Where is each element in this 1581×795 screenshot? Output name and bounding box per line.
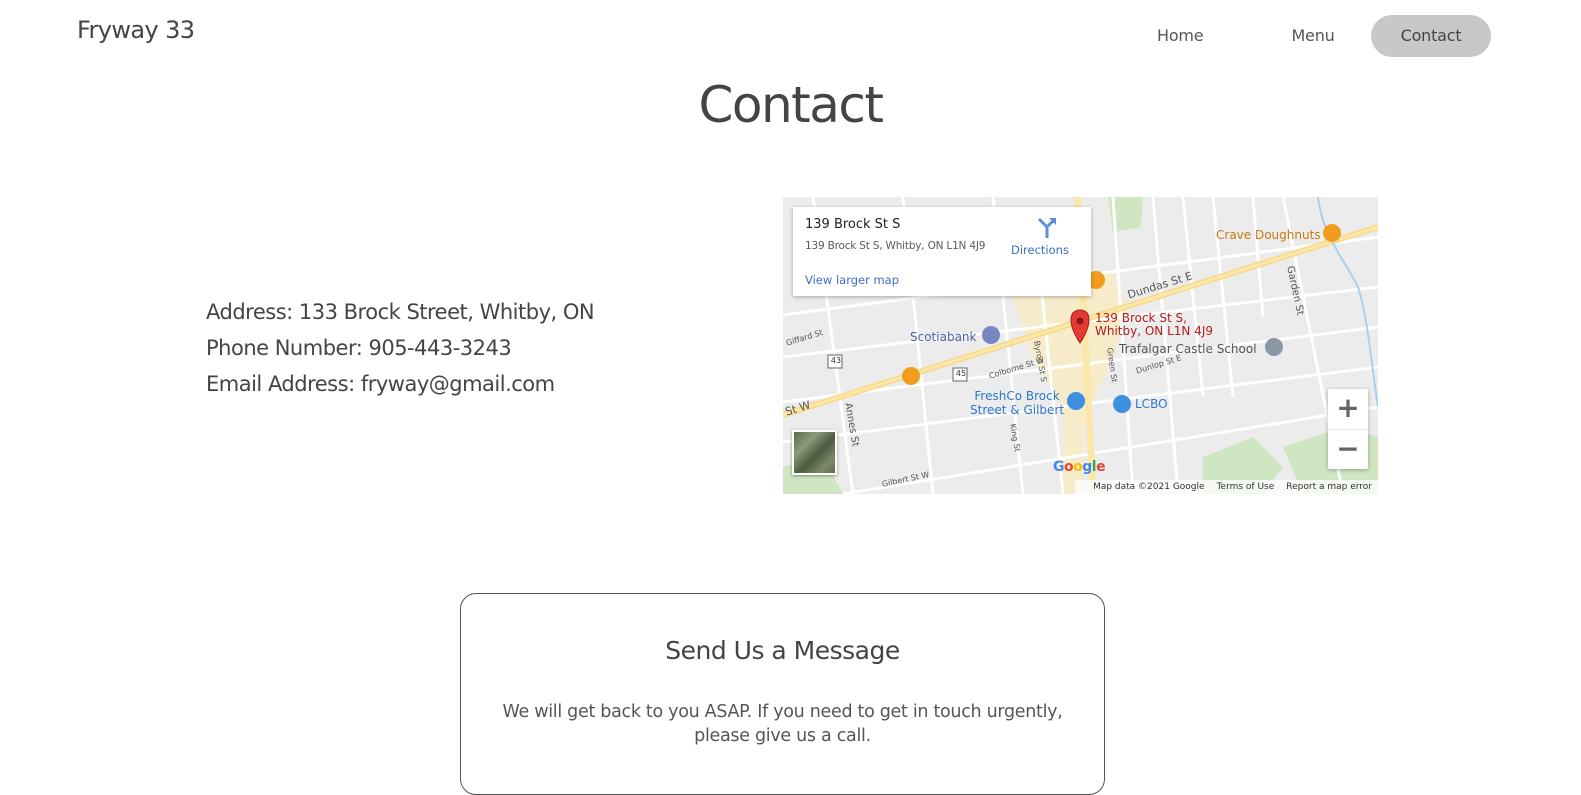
map-route-43: 43 (830, 356, 842, 365)
map-footer: Map data ©2021 Google Terms of Use Repor… (1075, 480, 1378, 494)
contact-phone: Phone Number: 905-443-3243 (206, 336, 512, 360)
zoom-in-button[interactable]: + (1328, 389, 1368, 429)
embedded-map[interactable]: Crave Doughnuts Dundas St E Garden St 13… (783, 197, 1378, 494)
message-body: We will get back to you ASAP. If you nee… (502, 702, 1063, 746)
view-larger-map-link[interactable]: View larger map (805, 273, 899, 287)
map-card-title: 139 Brock St S (805, 217, 901, 232)
map-label-pin[interactable]: 139 Brock St S, Whitby, ON L1N 4J9 (1095, 312, 1213, 338)
map-label-crave[interactable]: Crave Doughnuts (1216, 228, 1321, 242)
map-label-freshco-line2: Street & Gilbert (970, 403, 1065, 417)
map-label-freshco-line1: FreshCo Brock (974, 389, 1060, 403)
map-label-pin-line2: Whitby, ON L1N 4J9 (1095, 324, 1214, 338)
map-label-scotiabank[interactable]: Scotiabank (910, 330, 976, 344)
map-report-link[interactable]: Report a map error (1286, 482, 1372, 492)
map-label-trafalgar[interactable]: Trafalgar Castle School (1119, 342, 1257, 356)
brand-logo[interactable]: Fryway 33 (77, 16, 195, 44)
nav-home[interactable]: Home (1135, 15, 1225, 57)
map-info-card: 139 Brock St S 139 Brock St S, Whitby, O… (793, 207, 1091, 296)
nav-menu[interactable]: Menu (1269, 15, 1356, 57)
contact-email: Email Address: fryway@gmail.com (206, 372, 555, 396)
zoom-controls: + − (1328, 389, 1368, 469)
google-logo: Google (1053, 459, 1106, 475)
page-title: Contact (698, 76, 884, 134)
contact-address: Address: 133 Brock Street, Whitby, ON (206, 300, 595, 324)
message-title: Send Us a Message (665, 636, 900, 665)
contact-info: Address: 133 Brock Street, Whitby, ON Ph… (206, 294, 595, 402)
main-nav: Home Menu Contact (1131, 15, 1492, 57)
directions-icon[interactable] (1035, 217, 1059, 239)
map-data-credit: Map data ©2021 Google (1093, 482, 1205, 492)
map-label-lcbo[interactable]: LCBO (1135, 397, 1168, 411)
map-route-45: 45 (955, 369, 967, 378)
satellite-toggle[interactable] (792, 430, 837, 475)
zoom-out-button[interactable]: − (1328, 429, 1368, 469)
directions-link[interactable]: Directions (1011, 243, 1069, 257)
map-label-freshco[interactable]: FreshCo Brock Street & Gilbert (970, 389, 1064, 417)
map-terms-link[interactable]: Terms of Use (1217, 482, 1275, 492)
nav-contact[interactable]: Contact (1370, 15, 1492, 57)
map-card-address: 139 Brock St S, Whitby, ON L1N 4J9 (805, 240, 986, 252)
message-box: Send Us a Message We will get back to yo… (460, 593, 1105, 795)
